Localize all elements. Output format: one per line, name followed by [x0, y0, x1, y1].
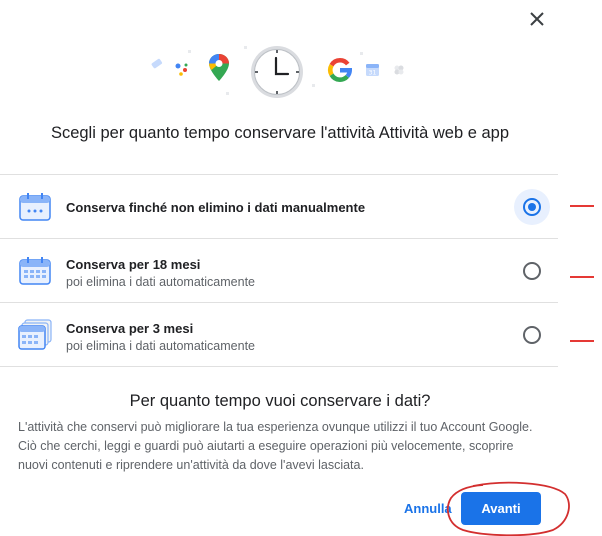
close-icon: [530, 12, 544, 26]
radio-selected-indicator: [523, 198, 541, 216]
google-g-icon: [327, 57, 352, 82]
photos-icon: [394, 65, 404, 75]
radio-unselected-indicator: [523, 326, 541, 344]
option-title: Conserva per 18 mesi: [66, 257, 201, 272]
option-keep-3-months[interactable]: Conserva per 3 mesi poi elimina i dati a…: [0, 302, 558, 367]
option-subtitle: poi elimina i dati automaticamente: [66, 275, 255, 289]
hero-illustration: 31: [151, 46, 404, 98]
option-keep-until-delete[interactable]: Conserva finché non elimino i dati manua…: [0, 174, 558, 238]
radio-keep-until-delete[interactable]: [514, 189, 550, 225]
radio-unselected-indicator: [523, 262, 541, 280]
next-button[interactable]: Avanti: [461, 492, 541, 525]
annotation-mark: [570, 276, 594, 278]
option-title: Conserva per 3 mesi: [66, 321, 194, 336]
question-body: L'attività che conservi può migliorare l…: [18, 420, 533, 472]
option-keep-18-months[interactable]: Conserva per 18 mesi poi elimina i dati …: [0, 238, 558, 302]
annotation-mark: [570, 205, 594, 207]
dialog-title: Scegli per quanto tempo conservare l'att…: [50, 124, 510, 142]
option-title: Conserva finché non elimino i dati manua…: [66, 200, 366, 215]
calendar-manual-icon: [19, 193, 51, 221]
maps-pin-icon: [209, 54, 229, 81]
option-text: Conserva per 3 mesi poi elimina i dati a…: [66, 320, 255, 355]
clock-icon: [251, 46, 303, 98]
assistant-icon: [175, 63, 188, 76]
retention-options: Conserva finché non elimino i dati manua…: [0, 174, 558, 367]
option-text: Conserva finché non elimino i dati manua…: [66, 199, 365, 216]
cancel-button[interactable]: Annulla: [404, 501, 452, 516]
close-button[interactable]: [524, 6, 550, 32]
tag-icon: [151, 58, 163, 69]
question-title: Per quanto tempo vuoi conservare i dati?: [129, 392, 431, 410]
calendar-3-months-icon: [18, 319, 52, 350]
option-text: Conserva per 18 mesi poi elimina i dati …: [66, 256, 255, 291]
option-subtitle: poi elimina i dati automaticamente: [66, 339, 255, 353]
calendar-app-icon: 31: [366, 64, 379, 77]
annotation-mark: [570, 340, 594, 342]
radio-keep-18-months[interactable]: [514, 253, 550, 289]
radio-keep-3-months[interactable]: [514, 317, 550, 353]
calendar-18-months-icon: [19, 257, 51, 285]
svg-text:31: 31: [369, 70, 377, 77]
